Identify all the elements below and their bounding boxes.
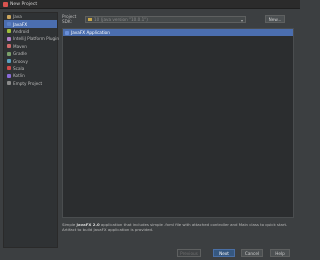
help-button[interactable]: Help	[270, 249, 290, 257]
javafx-icon	[7, 22, 11, 27]
sidebar-item-javafx[interactable]: JavaFX	[4, 20, 57, 28]
next-button[interactable]: Next	[213, 249, 235, 257]
maven-icon	[7, 44, 11, 49]
new-sdk-button[interactable]: New...	[265, 15, 285, 23]
sdk-label: Project SDK:	[62, 14, 77, 24]
sidebar-item-kotlin[interactable]: Kotlin	[4, 72, 57, 79]
template-item-javafx-application[interactable]: JavaFX Application	[63, 29, 293, 36]
gradle-icon	[7, 51, 11, 56]
scala-icon	[7, 66, 11, 71]
title-bar: New Project	[0, 0, 300, 9]
template-description: Simple JavaFX 2.0 application that inclu…	[62, 222, 288, 232]
project-type-list: Java JavaFX Android IntelliJ Platform Pl…	[3, 12, 59, 248]
window-title: New Project	[10, 1, 38, 7]
cancel-button[interactable]: Cancel	[241, 249, 263, 257]
kotlin-icon	[7, 73, 11, 78]
app-icon	[3, 1, 8, 7]
javafx-application-icon	[65, 30, 69, 35]
sdk-dropdown[interactable]: 10 (java version "10.0.1") ▾	[85, 15, 246, 23]
chevron-down-icon: ▾	[240, 17, 243, 23]
sdk-row: Project SDK: 10 (java version "10.0.1") …	[62, 14, 297, 24]
folder-icon	[88, 17, 92, 21]
java-icon	[7, 14, 11, 19]
sidebar-item-empty-project[interactable]: Empty Project	[4, 80, 57, 87]
empty-project-icon	[7, 81, 11, 86]
template-list: JavaFX Application	[62, 28, 294, 218]
sidebar-item-android[interactable]: Android	[4, 28, 57, 35]
previous-button[interactable]: Previous	[177, 249, 201, 257]
sidebar-item-java[interactable]: Java	[4, 13, 57, 20]
sidebar-item-scala[interactable]: Scala	[4, 65, 57, 72]
groovy-icon	[7, 59, 11, 64]
project-settings-panel: Project SDK: 10 (java version "10.0.1") …	[62, 12, 297, 248]
android-icon	[7, 29, 11, 34]
sidebar-item-intellij-platform-plugin[interactable]: IntelliJ Platform Plugin	[4, 35, 59, 42]
sidebar-item-gradle[interactable]: Gradle	[4, 50, 57, 57]
plugin-icon	[7, 36, 11, 41]
sidebar-item-maven[interactable]: Maven	[4, 43, 57, 50]
sidebar-item-groovy[interactable]: Groovy	[4, 57, 57, 64]
sdk-value: 10 (java version "10.0.1")	[94, 16, 148, 22]
